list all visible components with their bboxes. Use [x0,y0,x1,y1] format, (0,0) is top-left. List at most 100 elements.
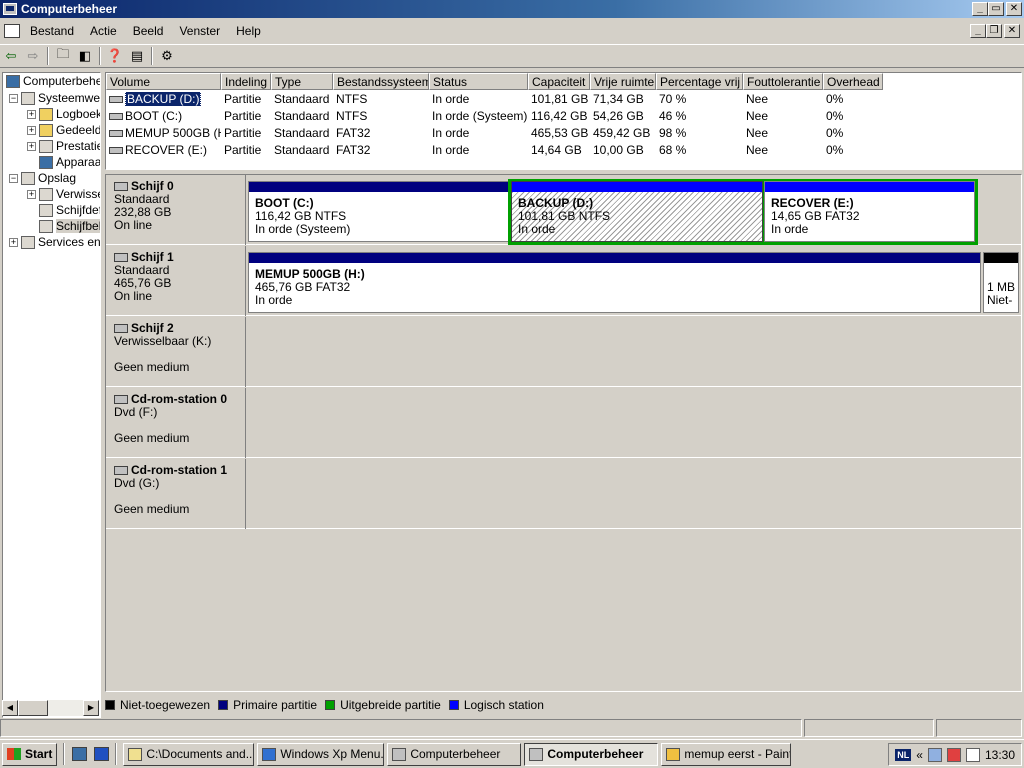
column-header[interactable]: Indeling [221,73,271,90]
mdi-child-icon[interactable] [4,24,20,38]
table-row[interactable]: MEMUP 500GB (H:)Partitie Standaard FAT32 In… [106,124,1021,141]
storage-icon [21,171,35,185]
mdi-close-button[interactable]: ✕ [1004,24,1020,38]
minimize-button[interactable]: _ [972,2,988,16]
column-header[interactable]: Overhead [823,73,883,90]
column-header[interactable]: Status [429,73,528,90]
start-button[interactable]: Start [2,742,58,766]
tree-item-systeemwerkset[interactable]: −Systeemwerkset [9,91,100,105]
show-desktop-icon[interactable] [68,743,90,765]
antivirus-icon[interactable] [946,747,961,762]
taskbar-button[interactable]: Computerbeheer [387,742,522,766]
cdrom-icon [114,466,128,475]
tree-item-opslag[interactable]: − Opslag [9,171,76,185]
table-cell: NTFS [336,91,368,106]
hard-disk-icon [114,182,128,191]
expand-icon[interactable]: + [27,141,36,151]
maximize-button[interactable]: ▭ [988,2,1004,16]
console-view-icon[interactable]: ▤ [126,46,148,66]
disk-label[interactable]: Schijf 2 Verwisselbaar (K:) Geen medium [106,317,246,387]
column-header[interactable]: Volume [106,73,221,90]
column-header[interactable]: Vrije ruimte [590,73,656,90]
disk-label[interactable]: Schijf 0 Standaard 232,88 GB On line [106,175,246,245]
tree-item-apparaatbeheer[interactable]: Apparaatbeheer [39,155,100,169]
taskbar-button[interactable]: memup eerst - Paint [661,742,792,766]
tray-app-icon[interactable] [965,747,980,762]
table-cell: 71,34 GB [593,91,644,106]
disk-label[interactable]: Cd-rom-station 0 Dvd (F:) Geen medium [106,388,246,458]
collapse-icon[interactable]: − [9,173,18,183]
expand-icon[interactable]: + [27,189,36,199]
taskbar-button-active[interactable]: Computerbeheer [524,742,659,766]
table-cell: Partitie [224,108,262,123]
table-row[interactable]: BOOT (C:) Partitie Standaard NTFS In orde (S… [106,107,1021,124]
properties-help-icon[interactable]: ❓ [104,46,126,66]
tree-item-verwisselbare-opslag[interactable]: +Verwisselbare opslag [27,187,100,201]
column-header[interactable]: Fouttolerantie [743,73,823,90]
volume-cell: BOOT (C:) [106,109,221,123]
computer-management-icon [3,3,17,15]
expand-icon[interactable]: + [27,125,36,135]
table-cell: 54,26 GB [593,108,644,123]
table-row[interactable]: RECOVER (E:) Partitie Standaard FAT32 In ord… [106,141,1021,158]
tree-item-schijfbeheer[interactable]: Schijfbeheer [39,219,100,233]
table-cell: 0% [826,91,844,106]
tree-horizontal-scrollbar[interactable]: ◀ ▶ [2,700,99,716]
taskbar-button[interactable]: C:\Documents and... [123,742,255,766]
menu-actie[interactable]: Actie [82,24,125,38]
up-folder-icon[interactable]: 🗀 [52,46,74,66]
partition-memup[interactable]: MEMUP 500GB (H:) 465,76 GB FAT32 In orde [248,252,981,313]
table-cell: 459,42 GB [593,125,651,140]
tree-item-services[interactable]: +Services en toepassingen [9,235,100,249]
status-bar [0,719,1024,737]
table-cell: Standaard [274,108,330,123]
unallocated-space[interactable]: 1 MB Niet- [983,252,1019,313]
window-controls: _ ▭ ✕ [972,2,1022,16]
column-header[interactable]: Percentage vrij [656,73,743,90]
legend-swatch [218,700,229,710]
mdi-restore-button[interactable]: ❐ [986,24,1002,38]
menu-beeld[interactable]: Beeld [125,24,172,38]
volume-cell: MEMUP 500GB (H:) [106,126,221,140]
expand-icon[interactable]: + [27,109,36,119]
settings-icon[interactable]: ⚙ [156,46,178,66]
show-hidden-icons-icon[interactable]: « [916,748,923,762]
table-cell: Partitie [224,142,262,157]
scroll-left-icon[interactable]: ◀ [2,700,18,716]
column-header[interactable]: Bestandssysteem [333,73,429,90]
menu-help[interactable]: Help [228,24,269,38]
disk-label[interactable]: Cd-rom-station 1 Dvd (G:) Geen medium [106,459,246,529]
tree-item-defragmentatie[interactable]: Schijfdefragmentatie [39,203,100,217]
forward-arrow-icon[interactable]: ⇨ [22,46,44,66]
drive-icon [109,146,123,154]
tree-root[interactable]: Computerbeheer (lokaal) [6,74,100,88]
back-arrow-icon[interactable]: ⇦ [0,46,22,66]
menu-venster[interactable]: Venster [171,24,228,38]
expand-icon[interactable]: + [9,237,18,247]
collapse-icon[interactable]: − [9,93,18,103]
disk-label[interactable]: Schijf 1 Standaard 465,76 GB On line [106,246,246,316]
column-header[interactable]: Type [271,73,333,90]
taskbar-button[interactable]: Windows Xp Menu... [257,742,385,766]
close-button[interactable]: ✕ [1006,2,1022,16]
partition-recover[interactable]: RECOVER (E:) 14,65 GB FAT32 In orde [764,181,975,242]
clock[interactable]: 13:30 [985,748,1015,762]
language-indicator[interactable]: NL [895,748,912,761]
quick-launch-icon[interactable] [90,743,112,765]
partition-boot[interactable]: BOOT (C:) 116,42 GB NTFS In orde (Systeem) [248,181,510,242]
show-hide-tree-icon[interactable]: ◧ [74,46,96,66]
table-row[interactable]: BACKUP (D:) Partitie Standaard NTFS In orde 1… [106,90,1021,107]
tree-item-prestaties[interactable]: +Prestaties [27,139,100,153]
column-header[interactable]: Capaciteit [528,73,590,90]
scroll-right-icon[interactable]: ▶ [83,700,99,716]
table-cell: Standaard [274,125,330,140]
partition-backup[interactable]: BACKUP (D:) 101,81 GB NTFS In orde [511,181,763,242]
table-cell: 46 % [659,108,687,123]
scroll-thumb[interactable] [18,700,48,716]
disk-row: Schijf 2 Verwisselbaar (K:) Geen medium [106,317,1021,387]
mdi-minimize-button[interactable]: _ [970,24,986,38]
tree-item-logboeken[interactable]: +Logboeken [27,107,100,121]
menu-bestand[interactable]: Bestand [22,24,82,38]
network-icon[interactable] [927,747,942,762]
tree-item-gedeelde-mappen[interactable]: +Gedeelde mappen [27,123,100,137]
